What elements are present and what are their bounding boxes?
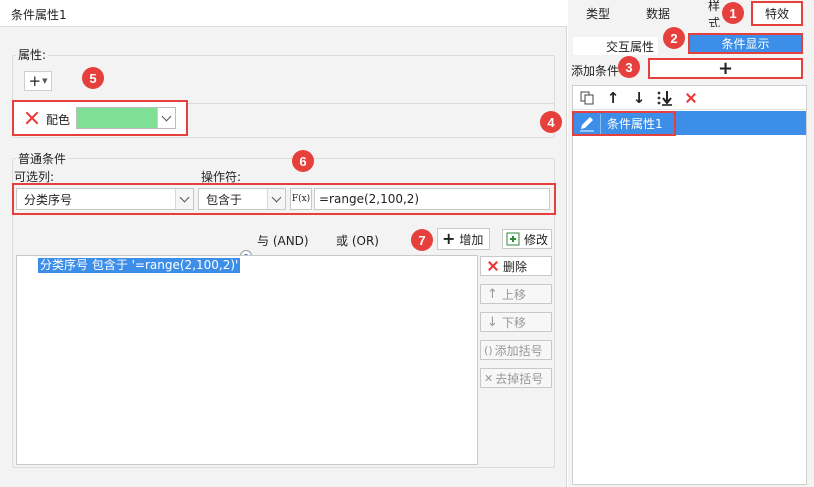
condition-list[interactable]: 分类序号 包含于 '=range(2,100,2)' bbox=[16, 255, 478, 465]
callout-7: 7 bbox=[411, 229, 433, 251]
modify-condition-button-label: 修改 bbox=[524, 232, 549, 247]
condition-list-panel: ↑ ↓ 条件属性1 bbox=[572, 85, 807, 485]
add-attribute-button[interactable]: + ▼ bbox=[24, 71, 52, 91]
chevron-down-icon bbox=[271, 192, 282, 202]
condition-toolbar: ↑ ↓ bbox=[573, 86, 806, 110]
add-condition-button[interactable]: + 增加 bbox=[437, 228, 490, 250]
tab-data[interactable]: 数据 bbox=[628, 0, 688, 27]
dialog-title-bar: 条件属性1 bbox=[0, 0, 567, 27]
arrow-up-icon: ↑ bbox=[487, 286, 498, 302]
right-panel: 类型 数据 样式 特效 1 交互属性 2 条件显示 添加条件 3 + ↑ ↓ 条… bbox=[540, 0, 814, 487]
formula-button[interactable]: F(x) bbox=[290, 188, 312, 210]
move-down-condition-button-label: 下移 bbox=[501, 315, 526, 330]
dialog-title: 条件属性1 bbox=[11, 8, 67, 22]
add-condition-plus-button[interactable]: + bbox=[648, 58, 803, 79]
add-brackets-button[interactable]: () 添加括号 bbox=[480, 340, 552, 360]
move-up-condition-button[interactable]: ↑ 上移 bbox=[480, 284, 552, 304]
or-label: 或 (OR) bbox=[336, 234, 379, 248]
subtab-interaction[interactable]: 交互属性 bbox=[573, 37, 658, 55]
brackets-icon: () bbox=[484, 343, 493, 357]
color-attribute-label: 配色 bbox=[46, 113, 71, 127]
remove-brackets-button[interactable]: ✕ 去掉括号 bbox=[480, 368, 552, 388]
callout-4: 4 bbox=[540, 111, 562, 133]
callout-6: 6 bbox=[292, 150, 314, 172]
tab-effects[interactable]: 特效 bbox=[751, 1, 803, 26]
add-brackets-button-label: 添加括号 bbox=[494, 343, 543, 358]
remove-brackets-icon: ✕ bbox=[484, 371, 494, 385]
list-item-label: 条件属性1 bbox=[607, 117, 663, 131]
chevron-down-icon bbox=[179, 192, 190, 202]
formula-input[interactable]: =range(2,100,2) bbox=[314, 188, 550, 210]
move-bottom-icon[interactable] bbox=[654, 88, 676, 108]
move-up-condition-button-label: 上移 bbox=[501, 287, 526, 302]
tab-type[interactable]: 类型 bbox=[568, 0, 628, 27]
edit-pencil-icon bbox=[580, 116, 594, 131]
delete-icon bbox=[487, 260, 499, 272]
add-condition-label: 添加条件 bbox=[571, 64, 620, 78]
delete-icon[interactable] bbox=[680, 88, 702, 108]
and-label: 与 (AND) bbox=[257, 234, 309, 248]
callout-1: 1 bbox=[722, 2, 744, 24]
modify-icon bbox=[506, 232, 520, 246]
remove-brackets-button-label: 去掉括号 bbox=[495, 371, 544, 386]
operator-select-value: 包含于 bbox=[206, 192, 243, 207]
arrow-down-icon: ↓ bbox=[487, 314, 498, 330]
chevron-down-icon bbox=[161, 111, 172, 121]
operator-select[interactable]: 包含于 bbox=[198, 188, 286, 210]
dropdown-arrow-icon: ▼ bbox=[42, 77, 48, 85]
condition-group-label: 普通条件 bbox=[16, 150, 69, 167]
color-picker[interactable] bbox=[76, 107, 176, 129]
move-up-icon[interactable]: ↑ bbox=[602, 88, 624, 108]
delete-condition-button-label: 删除 bbox=[503, 259, 528, 274]
copy-icon[interactable] bbox=[576, 88, 598, 108]
modify-condition-button[interactable]: 修改 bbox=[502, 229, 552, 249]
list-item[interactable]: 条件属性1 bbox=[572, 111, 676, 136]
callout-3: 3 bbox=[618, 56, 640, 78]
subtab-condition-display[interactable]: 条件显示 bbox=[688, 33, 803, 54]
color-swatch bbox=[77, 108, 157, 128]
plus-icon: + bbox=[28, 72, 42, 90]
callout-5: 5 bbox=[82, 67, 104, 89]
column-select-value: 分类序号 bbox=[24, 192, 73, 207]
move-down-condition-button[interactable]: ↓ 下移 bbox=[480, 312, 552, 332]
attribute-group-label: 属性: bbox=[16, 46, 49, 63]
column-select[interactable]: 分类序号 bbox=[16, 188, 194, 210]
callout-2: 2 bbox=[663, 27, 685, 49]
plus-icon: + bbox=[442, 229, 456, 248]
move-down-icon[interactable]: ↓ bbox=[628, 88, 650, 108]
color-picker-arrow[interactable] bbox=[157, 108, 175, 128]
add-condition-button-label: 增加 bbox=[459, 232, 484, 247]
condition-list-item[interactable]: 分类序号 包含于 '=range(2,100,2)' bbox=[38, 258, 241, 273]
remove-color-attribute-icon[interactable] bbox=[24, 110, 40, 126]
delete-condition-button[interactable]: 删除 bbox=[480, 256, 552, 276]
condition-attribute-dialog: 条件属性1 属性: + ▼ 5 配色 普通条件 可选列: 操作符: 6 分类序号 … bbox=[0, 0, 567, 487]
